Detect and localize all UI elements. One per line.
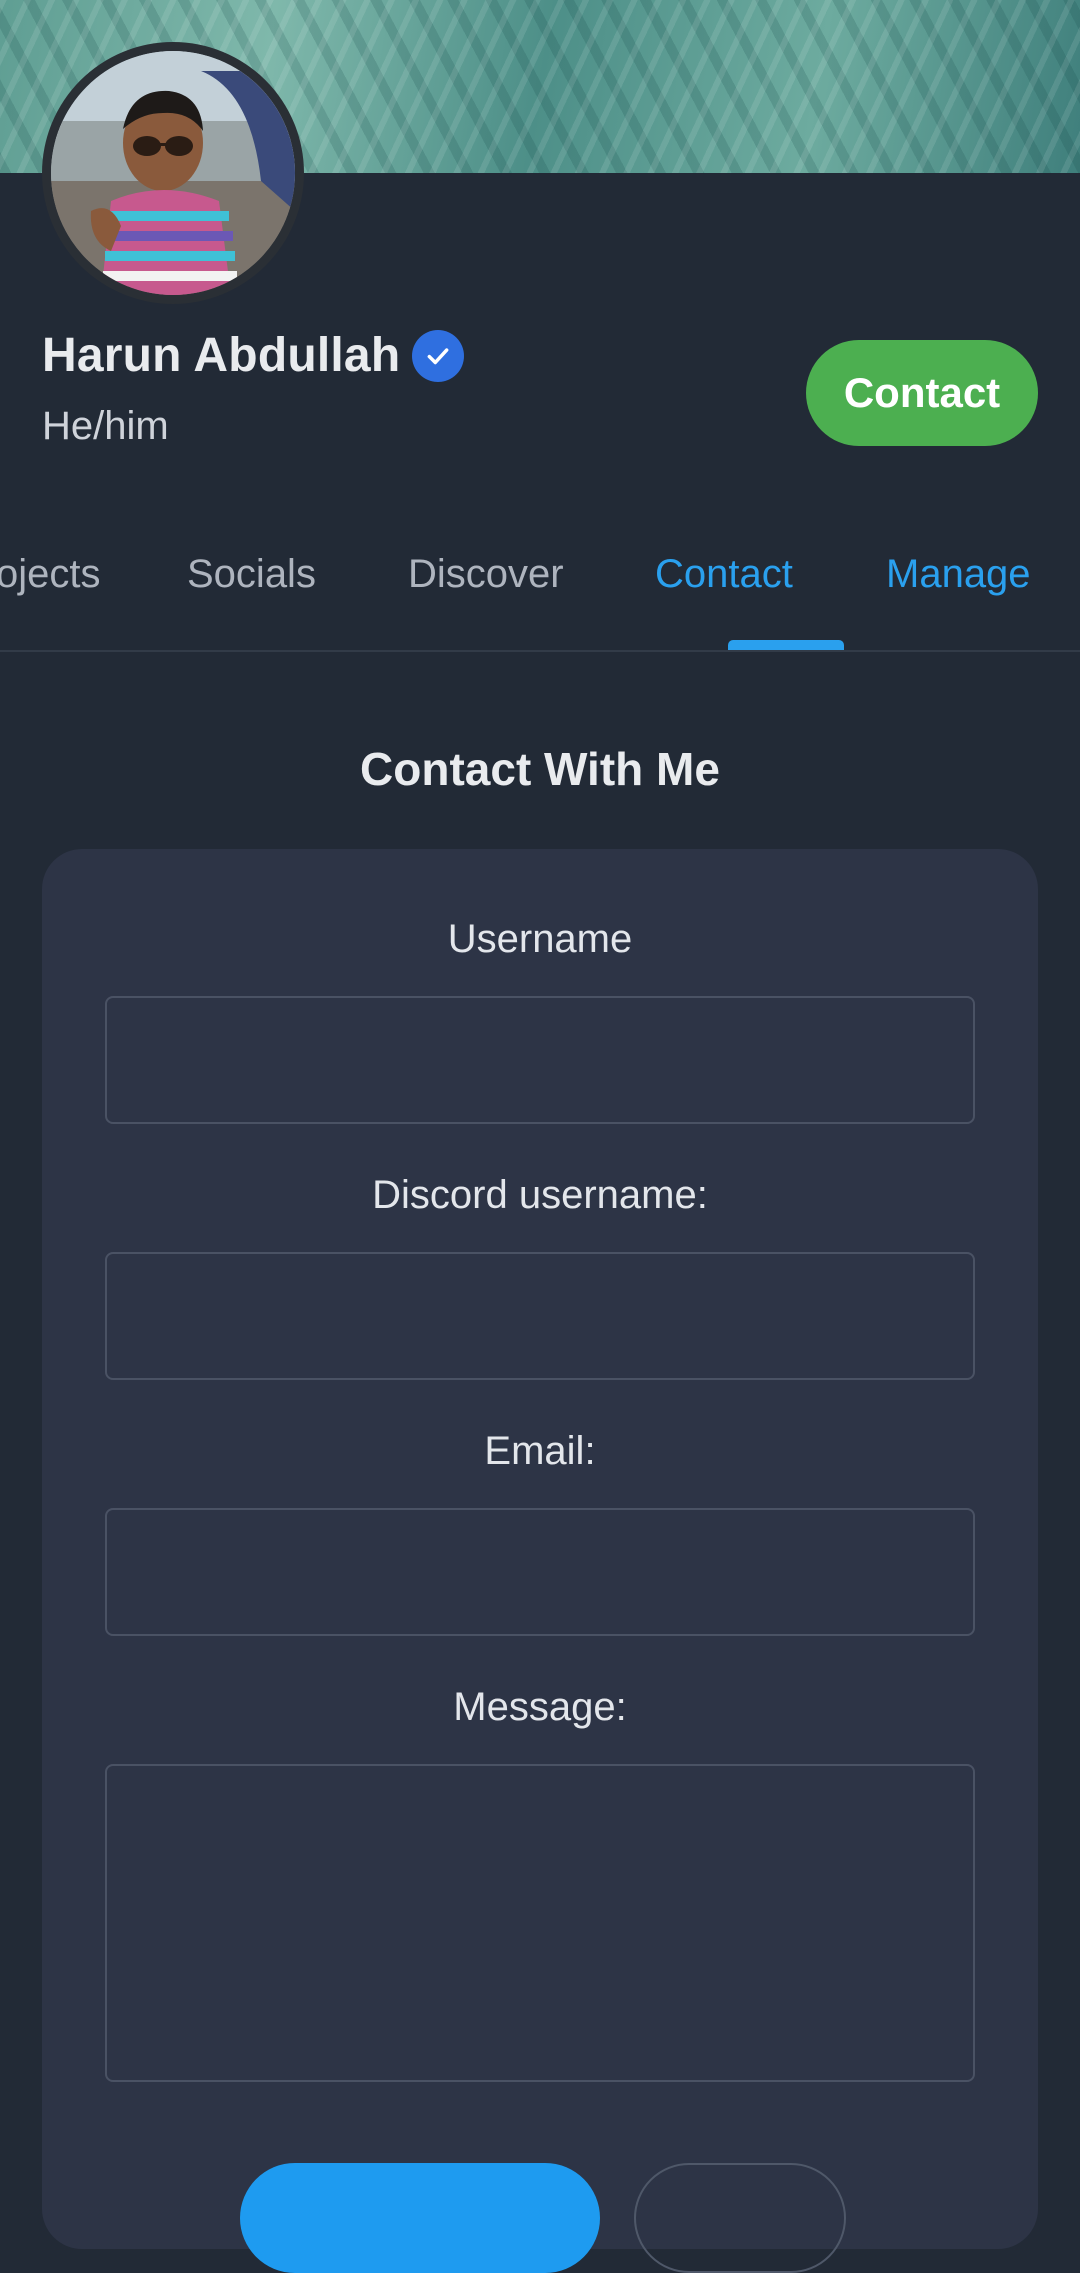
profile-name-row: Harun Abdullah: [42, 328, 465, 383]
discord-username-label: Discord username:: [372, 1173, 708, 1217]
avatar-photo: [51, 51, 295, 295]
profile-name: Harun Abdullah: [42, 329, 401, 382]
contact-form: Username Discord username: Email: Messag…: [42, 849, 1038, 2273]
tab-socials[interactable]: Socials: [187, 552, 316, 597]
tab-manage[interactable]: Manage: [886, 552, 1031, 597]
active-tab-indicator: [728, 640, 844, 650]
contact-section-title: Contact With Me: [360, 743, 720, 795]
message-textarea[interactable]: [105, 1764, 975, 2082]
tab-projects[interactable]: ojects: [0, 552, 101, 597]
message-label: Message:: [453, 1685, 627, 1729]
username-input[interactable]: [105, 996, 975, 1124]
reset-button[interactable]: [634, 2163, 846, 2273]
avatar: [42, 42, 304, 304]
profile-tabs: ojects Socials Discover Contact Manage: [0, 530, 1080, 650]
discord-username-input[interactable]: [105, 1252, 975, 1380]
tab-discover[interactable]: Discover: [408, 552, 564, 597]
verified-check-icon: [412, 329, 465, 382]
tab-contact[interactable]: Contact: [655, 552, 793, 597]
send-button[interactable]: [240, 2163, 600, 2273]
profile-pronouns: He/him: [42, 404, 169, 448]
tabs-divider: [0, 650, 1080, 652]
email-label: Email:: [484, 1429, 596, 1473]
contact-button[interactable]: Contact: [806, 340, 1038, 446]
username-label: Username: [447, 917, 633, 961]
email-input[interactable]: [105, 1508, 975, 1636]
